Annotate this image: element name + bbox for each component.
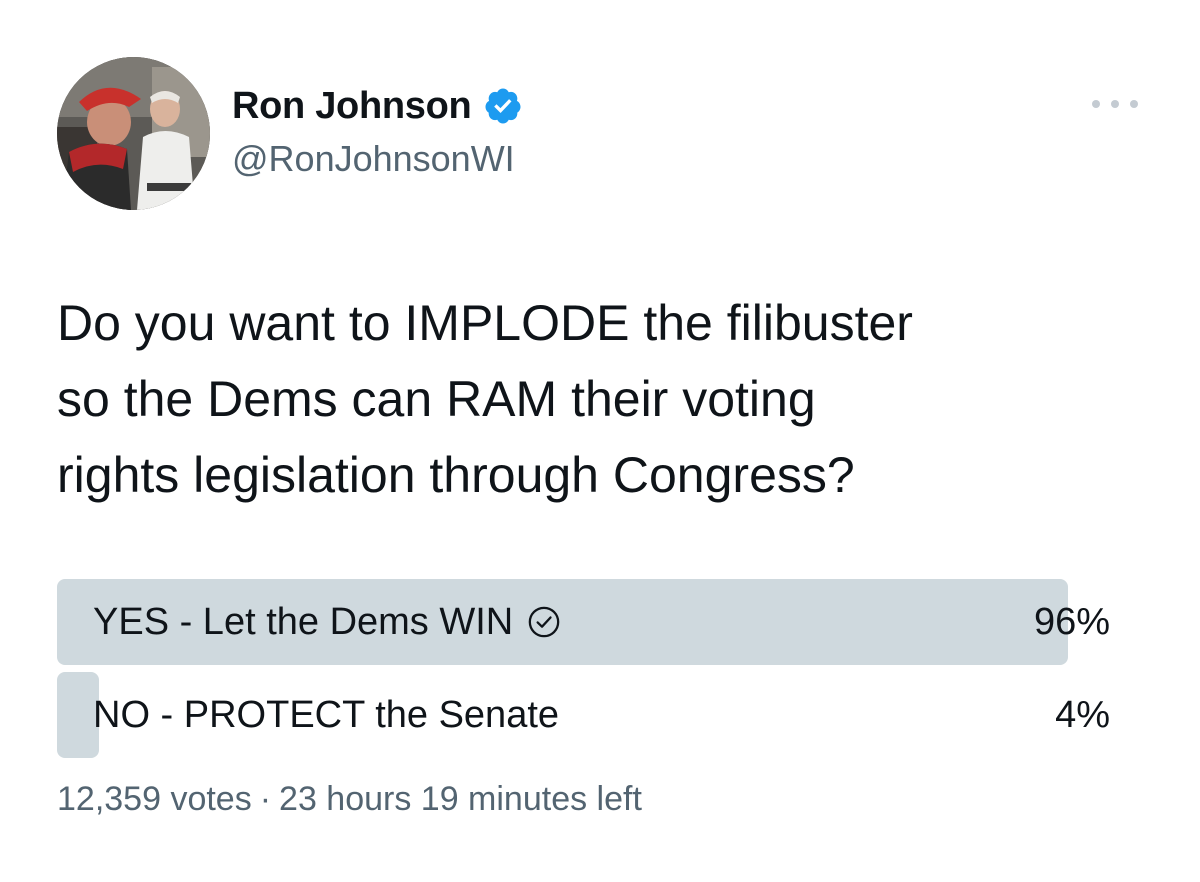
check-circle-icon xyxy=(528,606,560,638)
author-block: Ron Johnson @RonJohnsonWI xyxy=(232,82,523,180)
poll-option-no[interactable]: NO - PROTECT the Senate 4% xyxy=(57,672,1110,758)
vote-count: 12,359 votes xyxy=(57,780,252,818)
poll-option-text: NO - PROTECT the Senate xyxy=(93,693,560,736)
dot-icon xyxy=(1130,100,1138,108)
more-options-icon[interactable] xyxy=(1092,92,1138,116)
poll: YES - Let the Dems WIN 96% NO - PROTECT … xyxy=(57,579,1110,765)
display-name[interactable]: Ron Johnson xyxy=(232,85,472,128)
time-left: 23 hours 19 minutes left xyxy=(279,780,642,818)
tweet-text: Do you want to IMPLODE the filibuster so… xyxy=(57,295,913,503)
tweet-card: Ron Johnson @RonJohnsonWI Do you want to… xyxy=(0,0,1200,882)
poll-option-percent: 4% xyxy=(1055,693,1110,736)
poll-option-text: YES - Let the Dems WIN xyxy=(93,600,514,643)
name-row: Ron Johnson xyxy=(232,82,523,130)
dot-icon xyxy=(1092,100,1100,108)
poll-option-percent: 96% xyxy=(1033,600,1110,643)
poll-option-label: NO - PROTECT the Senate xyxy=(93,672,559,758)
verified-badge-icon xyxy=(485,88,521,124)
avatar[interactable] xyxy=(57,57,210,210)
poll-meta: 12,359 votes · 23 hours 19 minutes left xyxy=(57,780,642,819)
poll-option-yes[interactable]: YES - Let the Dems WIN 96% xyxy=(57,579,1110,665)
poll-option-label: YES - Let the Dems WIN xyxy=(93,579,561,665)
meta-separator: · xyxy=(259,780,272,818)
user-handle[interactable]: @RonJohnsonWI xyxy=(232,138,523,180)
dot-icon xyxy=(1111,100,1119,108)
